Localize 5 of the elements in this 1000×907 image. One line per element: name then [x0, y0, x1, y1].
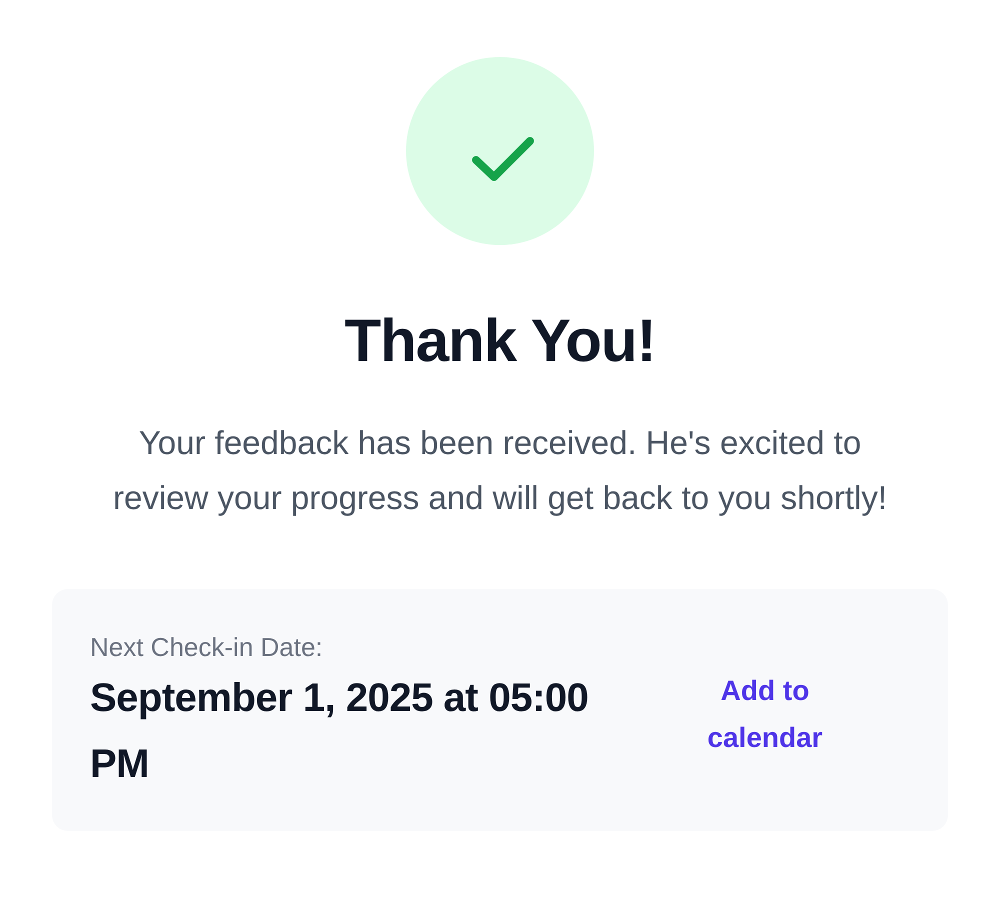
confirmation-message: Your feedback has been received. He's excited to review your progress and will get back to you shortly!: [112, 423, 888, 518]
checkin-label: Next Check-in Date:: [90, 631, 324, 664]
checkin-date: September 1, 2025 at 05:00 PM: [90, 674, 590, 788]
page-title: Thank You!: [344, 306, 656, 376]
add-to-calendar-link[interactable]: Add to calendar: [685, 666, 845, 761]
